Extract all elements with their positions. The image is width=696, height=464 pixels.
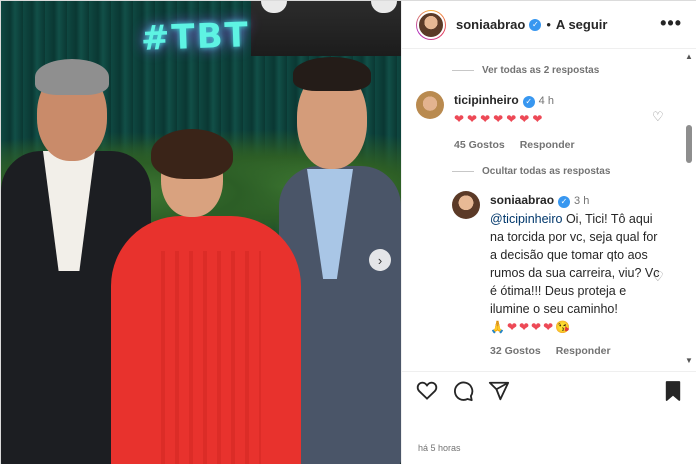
scroll-thumb[interactable] [686,125,692,163]
comment-like-heart-icon[interactable]: ♡ [652,109,664,125]
stage-lights [251,1,401,56]
comments-scrollbar[interactable]: ▲ ▼ [684,53,694,365]
follow-button[interactable]: A seguir [556,17,608,32]
author-avatar[interactable] [416,9,446,40]
verified-badge-icon: ✓ [558,196,571,208]
comment-time[interactable]: 4 h [539,95,554,107]
commenter-avatar[interactable] [452,191,480,219]
reply-item: soniaabrao ✓ 3 h @ticipinheiro Oi, Tici! T… [452,191,678,360]
author-username[interactable]: soniaabrao [456,17,525,32]
avatar-image [417,10,445,39]
tbt-neon-sign: #TBT [140,15,251,59]
comment-likes[interactable]: 45 Gostos [454,139,505,151]
heart-icon[interactable] [416,380,438,406]
verified-badge-icon: ✓ [529,18,542,31]
mention-link[interactable]: @ticipinheiro [490,212,562,226]
scroll-down-arrow-icon[interactable]: ▼ [684,357,694,365]
reply-button[interactable]: Responder [520,139,575,151]
comment-item: ticipinheiro ✓ 4 h ❤❤❤❤❤❤❤ 45 Gostos Respo… [416,91,676,154]
chevron-right-icon: › [377,252,383,268]
view-replies-button[interactable]: Ver todas as 2 respostas [452,65,599,76]
comment-like-heart-icon[interactable]: ♡ [652,269,664,285]
comment-username[interactable]: ticipinheiro [454,93,519,107]
commenter-avatar[interactable] [416,91,444,119]
bookmark-icon[interactable] [664,380,682,408]
post-timestamp: há 5 horas [418,443,461,453]
comment-emoji-line: 🙏❤❤❤❤😘 [490,320,573,334]
post-frame: #TBT › soniaabrao ✓ • A seguir ••• Ver t… [0,0,696,464]
comment-username[interactable]: soniaabrao [490,193,554,207]
next-image-button[interactable]: › [369,249,391,271]
post-header: soniaabrao ✓ • A seguir ••• [402,1,696,49]
comment-text: ❤❤❤❤❤❤❤ [454,112,546,126]
comment-likes[interactable]: 32 Gostos [490,345,541,357]
reply-button[interactable]: Responder [556,345,611,357]
verified-badge-icon: ✓ [522,96,535,108]
separator-dot: • [546,17,551,32]
scroll-up-arrow-icon[interactable]: ▲ [684,53,694,61]
comment-icon[interactable] [452,380,474,408]
post-panel: soniaabrao ✓ • A seguir ••• Ver todas as… [401,1,696,464]
paper-plane-icon[interactable] [488,380,510,408]
hide-replies-button[interactable]: Ocultar todas as respostas [452,166,610,177]
more-options-icon[interactable]: ••• [660,13,682,34]
comment-time[interactable]: 3 h [574,195,589,207]
comments-list: Ver todas as 2 respostas ticipinheiro ✓ 4 … [402,49,688,374]
post-actions-bar [402,371,696,411]
comment-text: @ticipinheiro Oi, Tici! Tô aqui na torci… [490,212,660,316]
post-photo[interactable]: #TBT › [1,1,401,464]
